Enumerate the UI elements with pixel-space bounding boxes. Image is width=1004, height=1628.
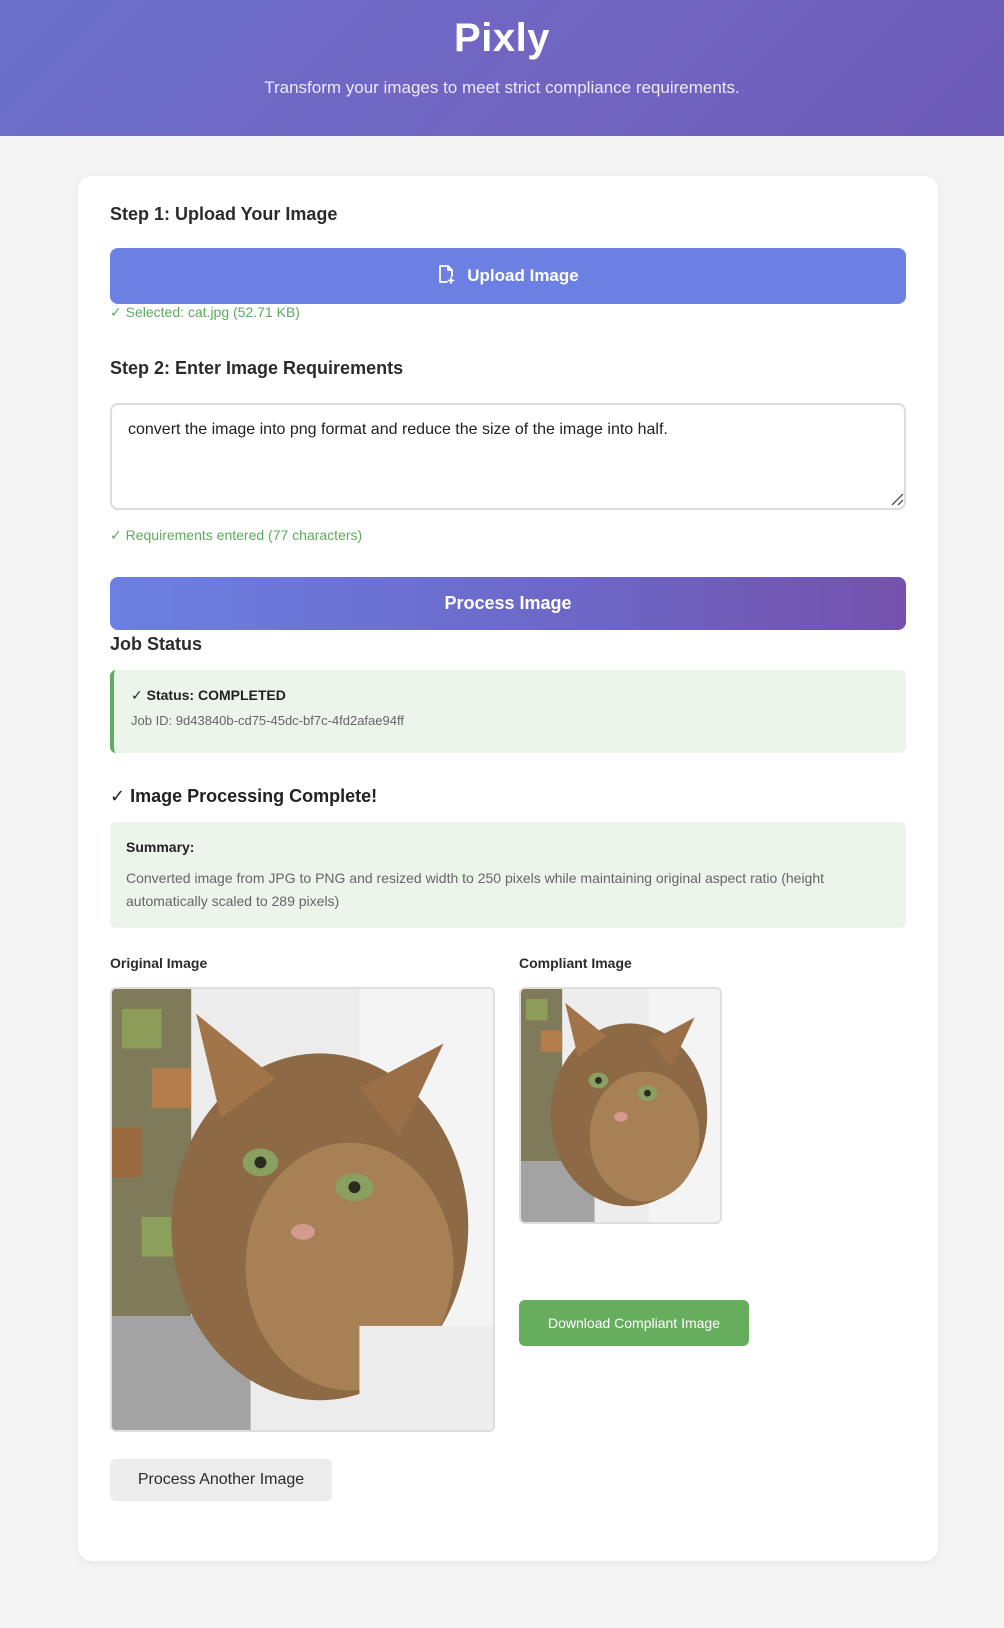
compliant-image-label: Compliant Image [519,955,632,971]
step2-title: Step 2: Enter Image Requirements [110,358,404,378]
job-id-text: Job ID: 9d43840b-cd75-45dc-bf7c-4fd2afae… [131,713,404,728]
app-header: Pixly Transform your images to meet stri… [0,0,1004,136]
requirements-status: ✓ Requirements entered (77 characters) [110,527,363,543]
summary-label: Summary: [126,839,195,855]
file-plus-icon [437,264,467,289]
upload-image-button[interactable]: Upload Image [110,248,906,304]
original-image [110,987,495,1432]
download-compliant-image-button[interactable]: Download Compliant Image [519,1300,749,1346]
job-status-title: Job Status [110,634,203,654]
job-status-box: ✓ Status: COMPLETED Job ID: 9d43840b-cd7… [110,670,906,753]
processing-complete-title: ✓ Image Processing Complete! [110,786,378,806]
app-subtitle: Transform your images to meet strict com… [264,78,740,97]
selected-file-status: ✓ Selected: cat.jpg (52.71 KB) [110,304,300,320]
main-card: Step 1: Upload Your Image Upload Image ✓… [78,176,938,1561]
process-another-image-button[interactable]: Process Another Image [110,1459,332,1501]
job-status-text: ✓ Status: COMPLETED [131,687,286,703]
process-image-button[interactable]: Process Image [110,577,906,630]
original-image-label: Original Image [110,955,208,971]
requirements-textarea[interactable]: convert the image into png format and re… [110,403,906,510]
summary-box: Summary: Converted image from JPG to PNG… [110,822,906,928]
step1-title: Step 1: Upload Your Image [110,204,338,224]
summary-text: Converted image from JPG to PNG and resi… [126,870,825,909]
resize-grip-icon[interactable] [890,492,904,506]
compliant-image [519,987,722,1224]
app-title: Pixly [454,16,550,60]
upload-image-label: Upload Image [467,266,579,285]
